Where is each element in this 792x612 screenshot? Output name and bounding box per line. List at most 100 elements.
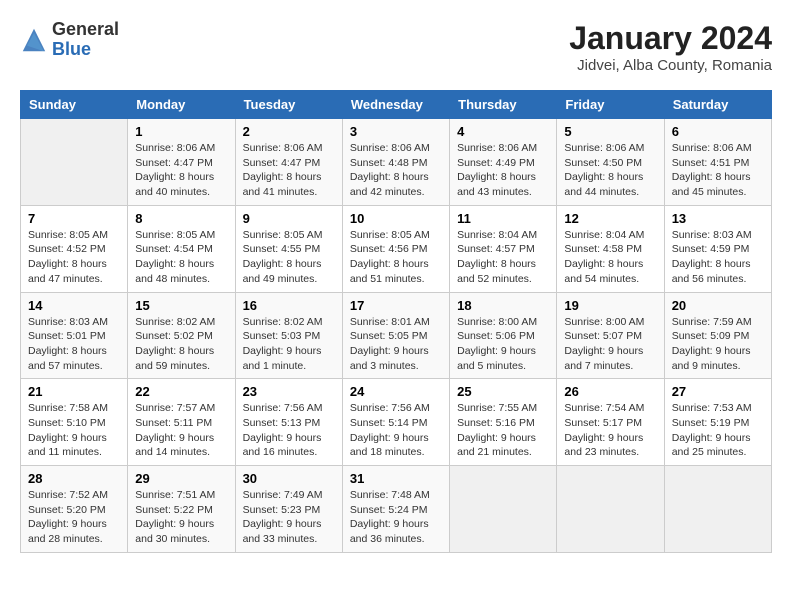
calendar-day-cell: 6Sunrise: 8:06 AM Sunset: 4:51 PM Daylig… (664, 119, 771, 206)
calendar-day-cell: 5Sunrise: 8:06 AM Sunset: 4:50 PM Daylig… (557, 119, 664, 206)
weekday-header: Monday (128, 91, 235, 119)
day-number: 27 (672, 384, 764, 399)
day-detail: Sunrise: 8:05 AM Sunset: 4:55 PM Dayligh… (243, 228, 335, 287)
day-number: 11 (457, 211, 549, 226)
day-detail: Sunrise: 8:04 AM Sunset: 4:58 PM Dayligh… (564, 228, 656, 287)
calendar-day-cell: 7 Sunrise: 8:05 AM Sunset: 4:52 PM Daylig… (21, 205, 128, 292)
day-number: 17 (350, 298, 442, 313)
weekday-header-row: SundayMondayTuesdayWednesdayThursdayFrid… (21, 91, 772, 119)
day-number: 13 (672, 211, 764, 226)
day-detail: Sunrise: 7:57 AM Sunset: 5:11 PM Dayligh… (135, 401, 227, 460)
day-number: 18 (457, 298, 549, 313)
day-number: 14 (28, 298, 120, 313)
day-detail: Sunrise: 8:05 AM Sunset: 4:54 PM Dayligh… (135, 228, 227, 287)
calendar-day-cell: 30Sunrise: 7:49 AM Sunset: 5:23 PM Dayli… (235, 466, 342, 553)
day-number: 22 (135, 384, 227, 399)
day-detail: Sunrise: 8:03 AM Sunset: 5:01 PM Dayligh… (28, 315, 120, 374)
logo-icon (20, 26, 48, 54)
day-number: 3 (350, 124, 442, 139)
day-detail: Sunrise: 7:56 AM Sunset: 5:13 PM Dayligh… (243, 401, 335, 460)
calendar-week-row: 14 Sunrise: 8:03 AM Sunset: 5:01 PM Dayli… (21, 292, 772, 379)
calendar-day-cell: 14 Sunrise: 8:03 AM Sunset: 5:01 PM Dayli… (21, 292, 128, 379)
location: Jidvei, Alba County, Romania (569, 57, 772, 74)
day-number: 23 (243, 384, 335, 399)
weekday-header: Thursday (450, 91, 557, 119)
day-number: 31 (350, 471, 442, 486)
month-year: January 2024 (569, 20, 772, 57)
day-detail: Sunrise: 8:06 AM Sunset: 4:47 PM Dayligh… (135, 141, 227, 200)
calendar-week-row: 7 Sunrise: 8:05 AM Sunset: 4:52 PM Daylig… (21, 205, 772, 292)
day-detail: Sunrise: 8:01 AM Sunset: 5:05 PM Dayligh… (350, 315, 442, 374)
calendar-day-cell: 18 Sunrise: 8:00 AM Sunset: 5:06 PM Dayli… (450, 292, 557, 379)
calendar-day-cell: 8Sunrise: 8:05 AM Sunset: 4:54 PM Daylig… (128, 205, 235, 292)
day-detail: Sunrise: 7:54 AM Sunset: 5:17 PM Dayligh… (564, 401, 656, 460)
day-detail: Sunrise: 8:05 AM Sunset: 4:56 PM Dayligh… (350, 228, 442, 287)
calendar-day-cell: 12 Sunrise: 8:04 AM Sunset: 4:58 PM Dayli… (557, 205, 664, 292)
day-detail: Sunrise: 7:55 AM Sunset: 5:16 PM Dayligh… (457, 401, 549, 460)
title-block: January 2024 Jidvei, Alba County, Romani… (569, 20, 772, 74)
calendar-week-row: 28 Sunrise: 7:52 AM Sunset: 5:20 PM Dayli… (21, 466, 772, 553)
day-detail: Sunrise: 8:06 AM Sunset: 4:49 PM Dayligh… (457, 141, 549, 200)
day-number: 12 (564, 211, 656, 226)
logo-text: General Blue (52, 20, 119, 60)
day-detail: Sunrise: 8:06 AM Sunset: 4:47 PM Dayligh… (243, 141, 335, 200)
day-number: 4 (457, 124, 549, 139)
calendar-day-cell: 10 Sunrise: 8:05 AM Sunset: 4:56 PM Dayli… (342, 205, 449, 292)
day-number: 16 (243, 298, 335, 313)
calendar-table: SundayMondayTuesdayWednesdayThursdayFrid… (20, 90, 772, 553)
day-number: 26 (564, 384, 656, 399)
calendar-day-cell: 23 Sunrise: 7:56 AM Sunset: 5:13 PM Dayli… (235, 379, 342, 466)
day-detail: Sunrise: 7:59 AM Sunset: 5:09 PM Dayligh… (672, 315, 764, 374)
day-number: 2 (243, 124, 335, 139)
page-header: General Blue January 2024 Jidvei, Alba C… (20, 20, 772, 74)
calendar-day-cell: 11Sunrise: 8:04 AM Sunset: 4:57 PM Dayli… (450, 205, 557, 292)
day-detail: Sunrise: 8:00 AM Sunset: 5:06 PM Dayligh… (457, 315, 549, 374)
day-detail: Sunrise: 7:53 AM Sunset: 5:19 PM Dayligh… (672, 401, 764, 460)
day-number: 28 (28, 471, 120, 486)
calendar-day-cell: 3 Sunrise: 8:06 AM Sunset: 4:48 PM Daylig… (342, 119, 449, 206)
day-detail: Sunrise: 7:48 AM Sunset: 5:24 PM Dayligh… (350, 488, 442, 547)
calendar-day-cell (450, 466, 557, 553)
calendar-day-cell: 26 Sunrise: 7:54 AM Sunset: 5:17 PM Dayli… (557, 379, 664, 466)
day-detail: Sunrise: 8:00 AM Sunset: 5:07 PM Dayligh… (564, 315, 656, 374)
day-number: 19 (564, 298, 656, 313)
day-detail: Sunrise: 7:52 AM Sunset: 5:20 PM Dayligh… (28, 488, 120, 547)
calendar-day-cell: 29Sunrise: 7:51 AM Sunset: 5:22 PM Dayli… (128, 466, 235, 553)
day-detail: Sunrise: 8:06 AM Sunset: 4:48 PM Dayligh… (350, 141, 442, 200)
day-number: 1 (135, 124, 227, 139)
calendar-day-cell: 2 Sunrise: 8:06 AM Sunset: 4:47 PM Daylig… (235, 119, 342, 206)
weekday-header: Tuesday (235, 91, 342, 119)
day-number: 25 (457, 384, 549, 399)
weekday-header: Wednesday (342, 91, 449, 119)
logo-blue: Blue (52, 39, 91, 59)
calendar-day-cell: 17 Sunrise: 8:01 AM Sunset: 5:05 PM Dayli… (342, 292, 449, 379)
day-number: 30 (243, 471, 335, 486)
day-number: 5 (564, 124, 656, 139)
logo-general: General (52, 19, 119, 39)
day-detail: Sunrise: 7:56 AM Sunset: 5:14 PM Dayligh… (350, 401, 442, 460)
calendar-day-cell: 4 Sunrise: 8:06 AM Sunset: 4:49 PM Daylig… (450, 119, 557, 206)
day-detail: Sunrise: 8:02 AM Sunset: 5:03 PM Dayligh… (243, 315, 335, 374)
calendar-day-cell: 9Sunrise: 8:05 AM Sunset: 4:55 PM Daylig… (235, 205, 342, 292)
weekday-header: Friday (557, 91, 664, 119)
day-number: 10 (350, 211, 442, 226)
day-number: 21 (28, 384, 120, 399)
calendar-day-cell: 21Sunrise: 7:58 AM Sunset: 5:10 PM Dayli… (21, 379, 128, 466)
calendar-day-cell (21, 119, 128, 206)
weekday-header: Saturday (664, 91, 771, 119)
calendar-day-cell: 19 Sunrise: 8:00 AM Sunset: 5:07 PM Dayli… (557, 292, 664, 379)
calendar-day-cell: 27 Sunrise: 7:53 AM Sunset: 5:19 PM Dayli… (664, 379, 771, 466)
day-number: 6 (672, 124, 764, 139)
calendar-day-cell (664, 466, 771, 553)
day-detail: Sunrise: 8:03 AM Sunset: 4:59 PM Dayligh… (672, 228, 764, 287)
calendar-day-cell: 24 Sunrise: 7:56 AM Sunset: 5:14 PM Dayli… (342, 379, 449, 466)
calendar-day-cell: 15Sunrise: 8:02 AM Sunset: 5:02 PM Dayli… (128, 292, 235, 379)
day-detail: Sunrise: 8:05 AM Sunset: 4:52 PM Dayligh… (28, 228, 120, 287)
calendar-day-cell: 28 Sunrise: 7:52 AM Sunset: 5:20 PM Dayli… (21, 466, 128, 553)
day-number: 29 (135, 471, 227, 486)
day-number: 24 (350, 384, 442, 399)
day-number: 7 (28, 211, 120, 226)
weekday-header: Sunday (21, 91, 128, 119)
calendar-day-cell: 13 Sunrise: 8:03 AM Sunset: 4:59 PM Dayli… (664, 205, 771, 292)
day-number: 15 (135, 298, 227, 313)
